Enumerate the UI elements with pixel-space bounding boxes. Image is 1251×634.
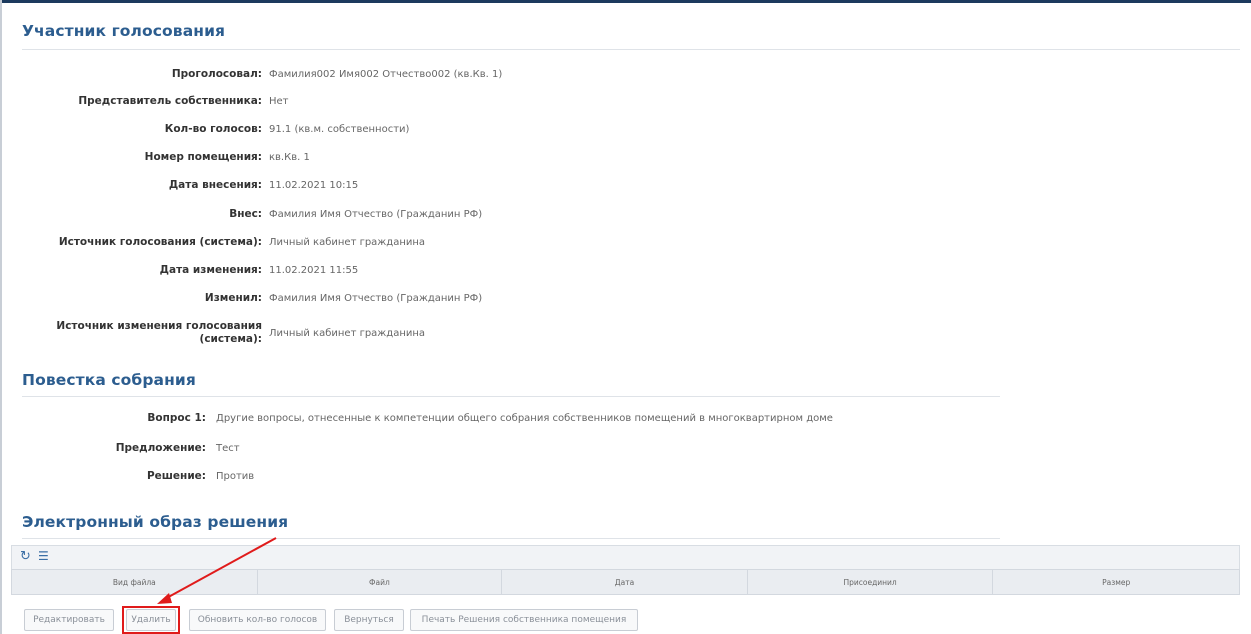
agenda-section-title: Повестка собрания bbox=[22, 371, 196, 389]
column-header-size[interactable]: Размер bbox=[993, 570, 1239, 594]
change-source-value: Личный кабинет гражданина bbox=[269, 328, 426, 339]
proposal-label: Предложение: bbox=[115, 442, 206, 454]
delete-button-highlight bbox=[122, 606, 180, 634]
voter-section-divider bbox=[22, 49, 1240, 50]
refresh-icon[interactable]: ↻ bbox=[20, 549, 31, 564]
representative-value: Нет bbox=[269, 96, 289, 107]
question-value: Другие вопросы, отнесенные к компетенции… bbox=[216, 413, 833, 424]
grid-header: Вид файла Файл Дата Присоединил Размер bbox=[11, 569, 1240, 595]
change-date-value: 11.02.2021 11:55 bbox=[269, 265, 359, 276]
window-left-border bbox=[0, 0, 2, 634]
entered-by-label: Внес: bbox=[229, 208, 262, 220]
source-value: Личный кабинет гражданина bbox=[269, 237, 426, 248]
change-source-label-line1: Источник изменения голосования bbox=[56, 320, 262, 332]
room-label: Номер помещения: bbox=[144, 151, 262, 163]
entry-date-value: 11.02.2021 10:15 bbox=[269, 180, 359, 191]
source-label: Источник голосования (система): bbox=[58, 236, 262, 248]
image-section-title: Электронный образ решения bbox=[22, 513, 289, 531]
question-label: Вопрос 1: bbox=[147, 412, 206, 424]
print-button[interactable]: Печать Решения собственника помещения bbox=[410, 609, 638, 631]
decision-value: Против bbox=[216, 471, 255, 482]
voter-section-title: Участник голосования bbox=[22, 22, 226, 40]
decision-label: Решение: bbox=[146, 470, 206, 482]
proposal-value: Тест bbox=[216, 443, 240, 454]
agenda-section-divider bbox=[22, 396, 1000, 397]
back-button[interactable]: Вернуться bbox=[334, 609, 404, 631]
update-votes-button[interactable]: Обновить кол-во голосов bbox=[189, 609, 326, 631]
change-date-label: Дата изменения: bbox=[159, 264, 262, 276]
votes-value: 91.1 (кв.м. собственности) bbox=[269, 124, 410, 135]
column-header-attached-by[interactable]: Присоединил bbox=[748, 570, 994, 594]
grid-toolbar: ↻ ☰ bbox=[11, 545, 1240, 569]
entered-by-value: Фамилия Имя Отчество (Гражданин РФ) bbox=[269, 209, 483, 220]
changed-by-label: Изменил: bbox=[204, 292, 262, 304]
voted-value: Фамилия002 Имя002 Отчество002 (кв.Кв. 1) bbox=[269, 69, 503, 80]
voted-label: Проголосовал: bbox=[171, 68, 262, 80]
window-top-border bbox=[0, 0, 1251, 3]
representative-label: Представитель собственника: bbox=[78, 95, 262, 107]
entry-date-label: Дата внесения: bbox=[168, 179, 262, 191]
column-header-file[interactable]: Файл bbox=[258, 570, 503, 594]
change-source-label-line2: (система): bbox=[199, 333, 262, 345]
edit-button[interactable]: Редактировать bbox=[24, 609, 114, 631]
column-header-date[interactable]: Дата bbox=[502, 570, 748, 594]
columns-icon[interactable]: ☰ bbox=[38, 549, 49, 563]
image-section-divider bbox=[22, 538, 1000, 539]
changed-by-value: Фамилия Имя Отчество (Гражданин РФ) bbox=[269, 293, 483, 304]
column-header-file-type[interactable]: Вид файла bbox=[12, 570, 258, 594]
room-value: кв.Кв. 1 bbox=[269, 152, 310, 163]
votes-label: Кол-во голосов: bbox=[164, 123, 262, 135]
change-source-label: Источник изменения голосования (система)… bbox=[20, 320, 262, 346]
